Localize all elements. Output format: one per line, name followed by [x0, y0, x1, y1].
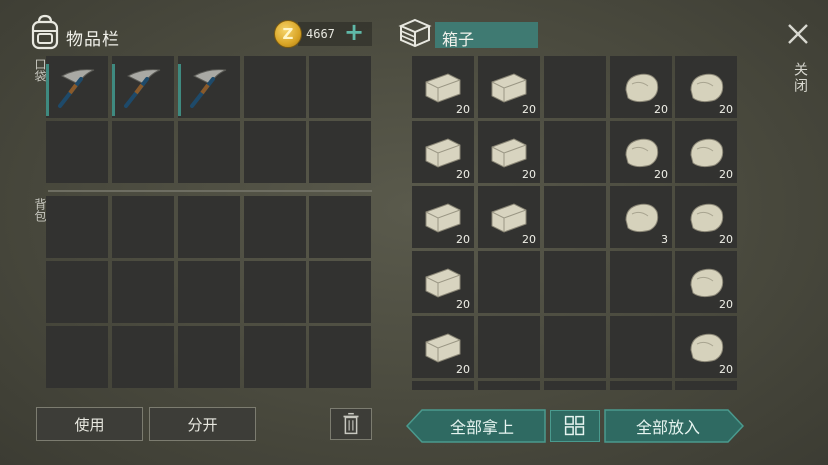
backpack-slot[interactable]: [112, 261, 174, 323]
container-slot[interactable]: [544, 251, 606, 313]
item-quantity: 20: [456, 363, 470, 376]
container-slot[interactable]: 20: [478, 186, 540, 248]
pocket-slot[interactable]: [244, 121, 306, 183]
backpack-slot[interactable]: [112, 326, 174, 388]
trash-button[interactable]: [330, 408, 372, 440]
container-slot[interactable]: 3: [610, 186, 672, 248]
backpack-slot[interactable]: [309, 196, 371, 258]
item-quantity: 20: [719, 298, 733, 311]
put-all-button[interactable]: 全部放入: [606, 409, 730, 443]
container-slot[interactable]: 20: [675, 121, 737, 183]
trash-icon: [343, 412, 359, 435]
pocket-slot[interactable]: [244, 56, 306, 118]
pocket-slot[interactable]: [46, 121, 108, 183]
take-all-button[interactable]: 全部拿上: [420, 409, 544, 443]
durability-bar: [112, 64, 115, 116]
item-quantity: 20: [456, 103, 470, 116]
durability-bar: [46, 64, 49, 116]
container-slot[interactable]: [412, 381, 474, 390]
item-quantity: 3: [661, 233, 668, 246]
storage-box-icon: [398, 18, 432, 48]
container-slot[interactable]: 20: [675, 251, 737, 313]
container-slot[interactable]: [675, 381, 737, 390]
container-slot[interactable]: [544, 186, 606, 248]
pocket-slot[interactable]: [112, 56, 174, 118]
coin-count: 4667: [306, 27, 335, 41]
container-slot[interactable]: [544, 121, 606, 183]
backpack-slot[interactable]: [309, 326, 371, 388]
close-icon[interactable]: [786, 22, 810, 46]
pickaxe-icon: [124, 69, 161, 108]
container-slot[interactable]: [544, 56, 606, 118]
container-slot[interactable]: 20: [478, 121, 540, 183]
inventory-title: 物品栏: [66, 30, 120, 50]
backpack-slot[interactable]: [244, 326, 306, 388]
container-name: 箱子: [442, 30, 475, 49]
backpack-slot[interactable]: [244, 196, 306, 258]
container-slot[interactable]: [478, 251, 540, 313]
container-slot[interactable]: 20: [478, 56, 540, 118]
container-grid: 20 20 20 20 20 20 20 20 20 20 3 20 20 20 20 20: [410, 54, 738, 390]
item-quantity: 20: [654, 103, 668, 116]
item-quantity: 20: [456, 168, 470, 181]
item-quantity: 20: [654, 168, 668, 181]
backpack-slot[interactable]: [178, 261, 240, 323]
backpack-slot[interactable]: [244, 261, 306, 323]
close-button[interactable]: 关闭: [790, 62, 810, 94]
backpack-slot[interactable]: [46, 261, 108, 323]
backpack-slot[interactable]: [178, 196, 240, 258]
backpack-slot[interactable]: [309, 261, 371, 323]
container-slot[interactable]: [478, 381, 540, 390]
split-button[interactable]: 分开: [149, 407, 256, 441]
coin-icon: Z: [274, 20, 302, 48]
section-divider: [48, 190, 372, 192]
item-quantity: 20: [719, 363, 733, 376]
container-slot[interactable]: [610, 381, 672, 390]
pickaxe-icon: [190, 69, 227, 108]
container-slot[interactable]: 20: [675, 186, 737, 248]
container-slot[interactable]: 20: [675, 56, 737, 118]
container-slot[interactable]: [610, 316, 672, 378]
item-quantity: 20: [719, 233, 733, 246]
item-quantity: 20: [522, 168, 536, 181]
container-slot[interactable]: 20: [412, 186, 474, 248]
item-quantity: 20: [456, 298, 470, 311]
pocket-slot[interactable]: [46, 56, 108, 118]
container-slot[interactable]: 20: [675, 316, 737, 378]
backpack-slot[interactable]: [46, 326, 108, 388]
container-slot[interactable]: 20: [412, 121, 474, 183]
container-slot[interactable]: 20: [412, 251, 474, 313]
item-quantity: 20: [719, 168, 733, 181]
pocket-slot[interactable]: [309, 56, 371, 118]
pickaxe-icon: [58, 69, 95, 108]
backpack-slot[interactable]: [46, 196, 108, 258]
grid-icon: [564, 415, 585, 436]
pocket-slot[interactable]: [178, 56, 240, 118]
pocket-slot[interactable]: [112, 121, 174, 183]
item-quantity: 20: [522, 233, 536, 246]
container-slot[interactable]: 20: [412, 316, 474, 378]
add-coins-button[interactable]: +: [344, 18, 364, 46]
pocket-slot[interactable]: [309, 121, 371, 183]
container-slot[interactable]: [544, 316, 606, 378]
item-quantity: 20: [456, 233, 470, 246]
container-slot[interactable]: 20: [412, 56, 474, 118]
container-slot[interactable]: 20: [610, 121, 672, 183]
backpack-icon: [31, 14, 59, 50]
backpack-slot[interactable]: [178, 326, 240, 388]
pocket-slot[interactable]: [178, 121, 240, 183]
durability-bar: [178, 64, 181, 116]
backpack-slot[interactable]: [112, 196, 174, 258]
container-slot[interactable]: [610, 251, 672, 313]
container-slot[interactable]: [544, 381, 606, 390]
sort-button[interactable]: [550, 410, 600, 442]
container-slot[interactable]: 20: [610, 56, 672, 118]
use-button[interactable]: 使用: [36, 407, 143, 441]
container-slot[interactable]: [478, 316, 540, 378]
item-quantity: 20: [522, 103, 536, 116]
stone-rock-icon: [625, 203, 659, 233]
item-quantity: 20: [719, 103, 733, 116]
